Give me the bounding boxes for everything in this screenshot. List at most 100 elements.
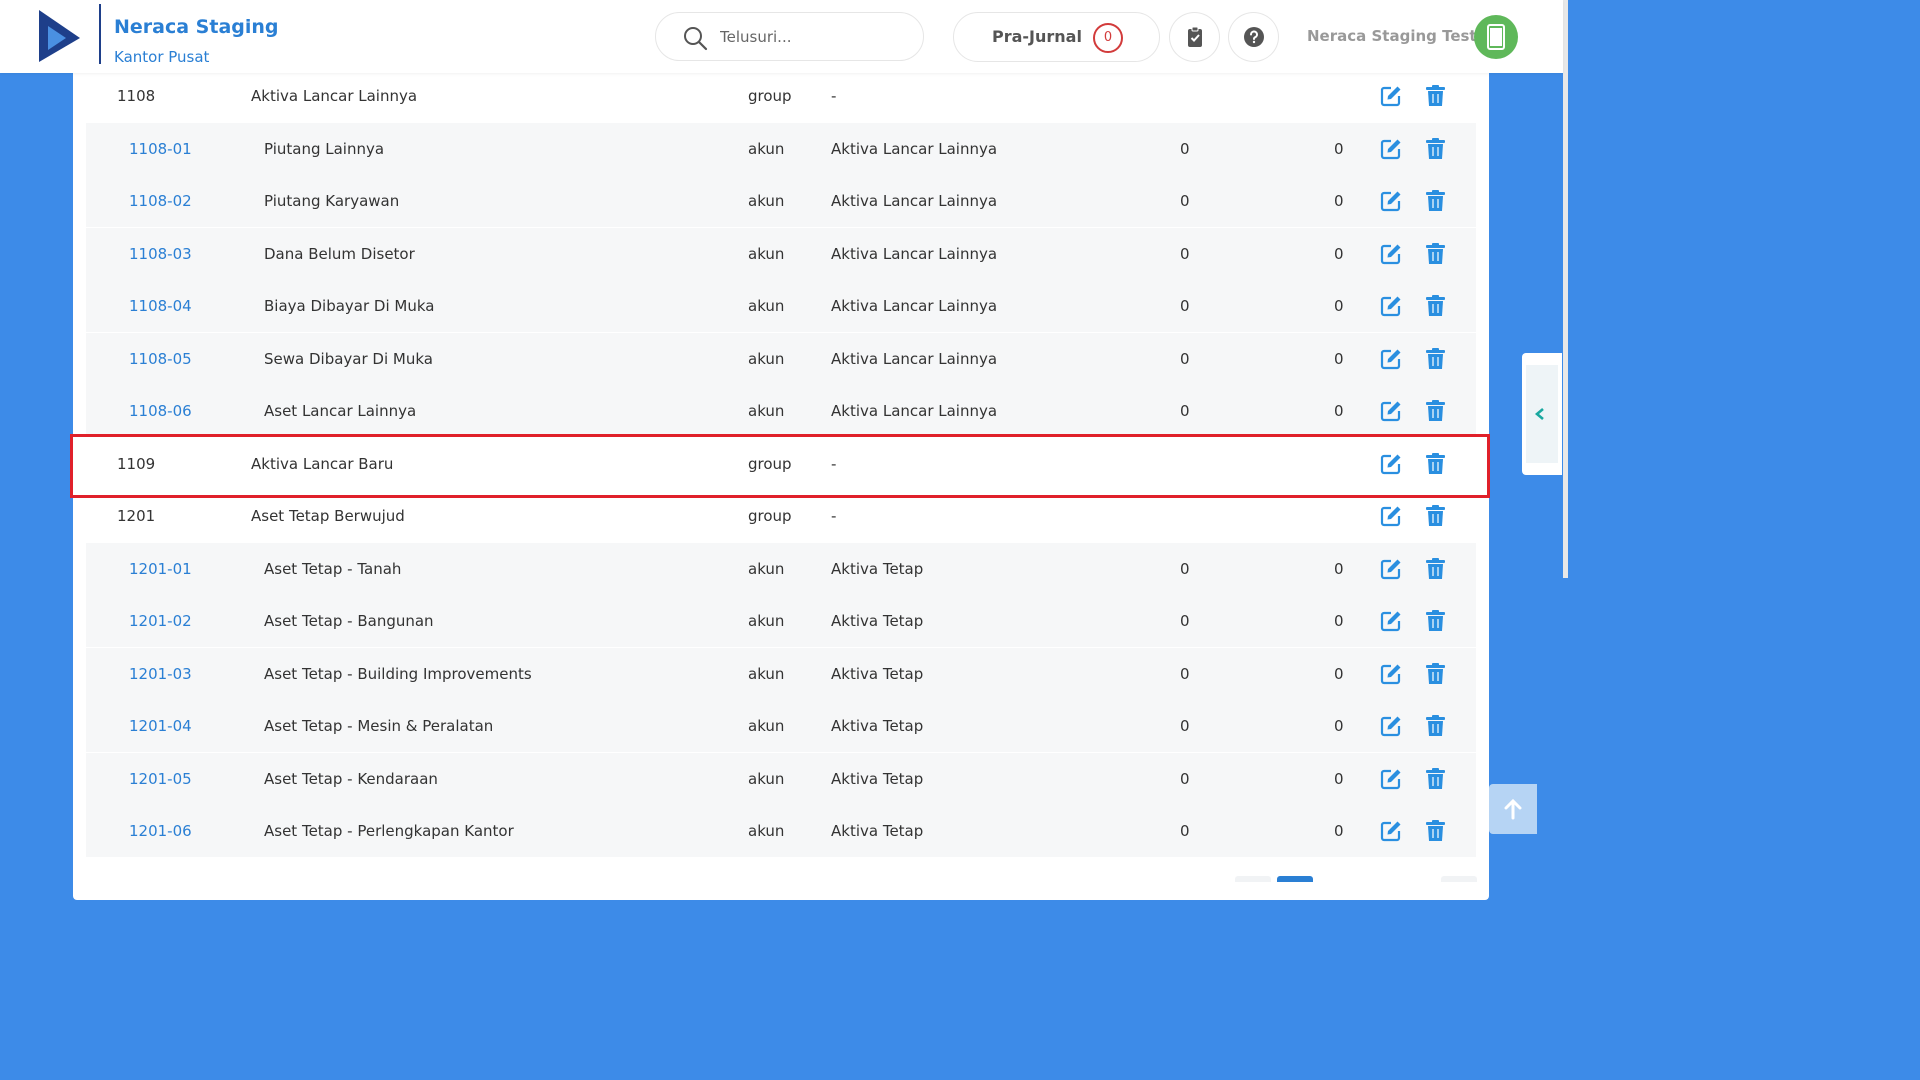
trash-icon[interactable] — [1426, 767, 1445, 790]
account-code-link[interactable]: 1201-03 — [129, 665, 192, 683]
trash-icon[interactable] — [1426, 557, 1445, 580]
edit-icon[interactable] — [1380, 190, 1402, 212]
page-scrollbar[interactable] — [1563, 0, 1568, 882]
credit-value: 0 — [1334, 192, 1344, 210]
account-code-link[interactable]: 1108-03 — [129, 245, 192, 263]
account-name: Aset Tetap - Building Improvements — [264, 664, 532, 683]
side-panel-toggle[interactable] — [1522, 353, 1562, 475]
scroll-top-button[interactable] — [1489, 784, 1537, 834]
edit-icon[interactable] — [1380, 85, 1402, 107]
pra-jurnal-button[interactable]: Pra-Jurnal 0 — [953, 12, 1160, 62]
trash-icon[interactable] — [1426, 662, 1445, 685]
trash-icon[interactable] — [1426, 347, 1445, 370]
edit-icon[interactable] — [1380, 715, 1402, 737]
debit-value: 0 — [1180, 664, 1190, 683]
edit-icon[interactable] — [1380, 295, 1402, 317]
search-input[interactable] — [720, 25, 910, 49]
account-type: akun — [748, 559, 785, 578]
debit-value: 0 — [1180, 192, 1190, 210]
account-name: Dana Belum Disetor — [264, 244, 415, 263]
debit-value: 0 — [1180, 402, 1190, 420]
trash-icon[interactable] — [1426, 715, 1445, 737]
pagination-item-active[interactable] — [1277, 876, 1313, 882]
account-code-link[interactable]: 1201-02 — [129, 612, 192, 630]
trash-icon[interactable] — [1426, 820, 1445, 842]
account-code-link[interactable]: 1201-04 — [129, 717, 192, 735]
avatar[interactable] — [1474, 15, 1518, 59]
parent-group: Aktiva Tetap — [831, 717, 924, 735]
credit-value: 0 — [1334, 822, 1344, 840]
credit-value: 0 — [1334, 139, 1344, 158]
edit-icon[interactable] — [1380, 610, 1402, 632]
parent-group: - — [831, 87, 837, 105]
edit-icon[interactable] — [1380, 400, 1402, 422]
table-row: 1201-04 Aset Tetap - Mesin & Peralatan aku… — [86, 700, 1476, 752]
debit-value: 0 — [1180, 139, 1190, 158]
brand-subtitle[interactable]: Kantor Pusat — [114, 48, 209, 66]
parent-group: Aktiva Tetap — [831, 612, 924, 630]
parent-group: Aktiva Lancar Lainnya — [831, 244, 998, 263]
table-row: 1201-01 Aset Tetap - Tanah akun Aktiva Teta… — [86, 542, 1476, 595]
account-code-link[interactable]: 1108-06 — [129, 402, 192, 420]
account-type: akun — [748, 717, 785, 735]
account-code-link[interactable]: 1201-06 — [129, 822, 192, 840]
credit-value: 0 — [1334, 717, 1344, 735]
parent-group: Aktiva Lancar Lainnya — [831, 297, 998, 315]
account-code-link[interactable]: 1108-05 — [129, 350, 192, 368]
parent-group: Aktiva Lancar Lainnya — [831, 139, 998, 158]
trash-icon[interactable] — [1426, 137, 1445, 160]
account-code-link[interactable]: 1108-02 — [129, 192, 192, 210]
help-button[interactable] — [1228, 12, 1279, 62]
trash-icon[interactable] — [1426, 400, 1445, 422]
table-row: 1108-02 Piutang Karyawan akun Aktiva Lancar… — [86, 175, 1476, 227]
user-name[interactable]: Neraca Staging Test — [1307, 27, 1477, 45]
highlight-box — [70, 434, 1490, 498]
play-logo-icon[interactable] — [36, 8, 82, 64]
table-row: 1201-05 Aset Tetap - Kendaraan akun Aktiva … — [86, 752, 1476, 805]
brand-title[interactable]: Neraca Staging — [114, 16, 279, 38]
account-type: akun — [748, 139, 785, 158]
table-row: 1108-01 Piutang Lainnya akun Aktiva Lancar … — [86, 122, 1476, 175]
account-type: akun — [748, 769, 785, 788]
table-row: 1201-03 Aset Tetap - Building Improvement… — [86, 647, 1476, 700]
account-name: Aset Tetap Berwujud — [251, 507, 405, 525]
tasks-button[interactable] — [1169, 12, 1220, 62]
debit-value: 0 — [1180, 244, 1190, 263]
parent-group: Aktiva Lancar Lainnya — [831, 192, 998, 210]
account-type: group — [748, 507, 792, 525]
edit-icon[interactable] — [1380, 348, 1402, 370]
pagination-item[interactable] — [1441, 876, 1477, 882]
edit-icon[interactable] — [1380, 768, 1402, 790]
edit-icon[interactable] — [1380, 243, 1402, 265]
account-code-link[interactable]: 1108-01 — [129, 140, 192, 158]
trash-icon[interactable] — [1426, 85, 1445, 107]
search-box[interactable] — [655, 12, 924, 61]
edit-icon[interactable] — [1380, 663, 1402, 685]
trash-icon[interactable] — [1426, 190, 1445, 212]
scrollbar-thumb[interactable] — [1563, 578, 1568, 882]
edit-icon[interactable] — [1380, 505, 1402, 527]
edit-icon[interactable] — [1380, 558, 1402, 580]
debit-value: 0 — [1180, 717, 1190, 735]
table-row: 1108-04 Biaya Dibayar Di Muka akun Aktiva L… — [86, 280, 1476, 332]
account-code-link[interactable]: 1201-05 — [129, 770, 192, 788]
account-code-link[interactable]: 1201-01 — [129, 560, 192, 578]
trash-icon[interactable] — [1426, 505, 1445, 527]
trash-icon[interactable] — [1426, 610, 1445, 632]
table-row: 1108-05 Sewa Dibayar Di Muka akun Aktiva La… — [86, 332, 1476, 385]
debit-value: 0 — [1180, 559, 1190, 578]
account-code-link[interactable]: 1108-04 — [129, 297, 192, 315]
trash-icon[interactable] — [1426, 295, 1445, 317]
account-name: Piutang Karyawan — [264, 192, 400, 210]
top-header: Neraca Staging Kantor Pusat Pra-Jurnal 0… — [0, 0, 1563, 73]
account-name: Sewa Dibayar Di Muka — [264, 349, 433, 368]
edit-icon[interactable] — [1380, 820, 1402, 842]
account-name: Biaya Dibayar Di Muka — [264, 297, 435, 315]
pagination-item[interactable] — [1235, 876, 1271, 882]
trash-icon[interactable] — [1426, 242, 1445, 265]
credit-value: 0 — [1334, 769, 1344, 788]
account-type: akun — [748, 612, 785, 630]
search-icon — [684, 27, 708, 51]
credit-value: 0 — [1334, 559, 1344, 578]
edit-icon[interactable] — [1380, 138, 1402, 160]
